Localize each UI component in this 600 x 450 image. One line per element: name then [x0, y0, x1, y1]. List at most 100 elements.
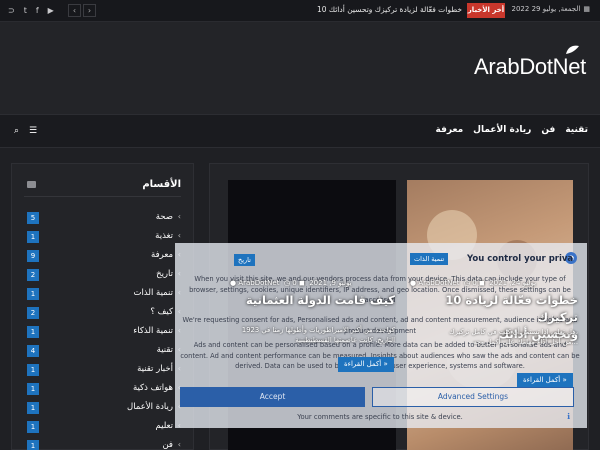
nav-item-art[interactable]: فن	[541, 125, 555, 135]
widget-divider	[24, 196, 181, 197]
widget-title: الأقسام	[142, 179, 181, 190]
calendar-icon: ▦	[583, 5, 590, 13]
category-item[interactable]: ‹ريادة الأعمال1	[27, 399, 181, 418]
comment-count: 0	[472, 279, 477, 287]
category-name[interactable]: تقنية	[157, 345, 173, 355]
rss-icon[interactable]: ⊃	[8, 4, 15, 17]
chevron-left-icon: ‹	[177, 440, 181, 449]
category-item[interactable]: ‹ صحة 5	[27, 209, 181, 228]
read-more-button[interactable]: أكمل القراءة »	[517, 373, 573, 388]
post-category-badge[interactable]: تنمية الذات	[410, 253, 449, 265]
category-item[interactable]: ‹تنمية الذكاء1	[27, 323, 181, 342]
category-name[interactable]: تعليم	[155, 421, 173, 431]
nav-item-tech[interactable]: تقنية	[565, 125, 588, 135]
category-item[interactable]: ‹تقنية4	[27, 342, 181, 361]
youtube-icon[interactable]: ▶	[48, 4, 54, 17]
category-item[interactable]: ‹معرفة9	[27, 247, 181, 266]
post-title-line[interactable]: 10 خطوات فعّالة لزيادة تركيزك	[403, 292, 578, 326]
post-author[interactable]: ArabDotNet	[418, 279, 459, 287]
twitter-icon[interactable]: t	[24, 4, 27, 17]
post-category-badge[interactable]: تاريخ	[234, 254, 255, 266]
category-item[interactable]: ‹تاريخ2	[27, 266, 181, 285]
comment-icon: ◼	[298, 279, 305, 287]
category-name[interactable]: ريادة الأعمال	[127, 402, 173, 412]
ticker-prev-button[interactable]: ‹	[68, 4, 81, 17]
category-name[interactable]: تنمية الذات	[134, 288, 173, 298]
category-count: 1	[27, 402, 39, 414]
category-count: 2	[27, 307, 39, 319]
facebook-icon[interactable]: f	[36, 4, 39, 17]
category-count: 1	[27, 440, 39, 450]
category-list: ‹ صحة 5 ‹ تغذية 1 ‹ معرفة 9 ‹ تاريخ 2 ‹ تنمية الذ…	[27, 209, 181, 450]
category-name[interactable]: فن	[162, 440, 173, 450]
category-name[interactable]: كيف ؟	[150, 307, 173, 317]
chevron-left-icon: ‹	[177, 212, 181, 221]
chevron-left-icon: ‹	[177, 231, 181, 240]
user-icon: ●	[410, 279, 417, 287]
excerpt-line: من أجل أداء مهامك على أكمل وجه...	[472, 338, 578, 346]
excerpt-line: التاريخ. كانت عاصمتها القسطنطينية	[295, 336, 395, 344]
post-excerpt: 1923 كواحدة من أكبر الامبراطوريات وأطوله…	[230, 325, 395, 345]
breaking-news-label: أخر الأخبار	[467, 3, 505, 18]
menu-icon[interactable]: ☰	[29, 126, 37, 136]
category-name[interactable]: أخبار تقنية	[137, 364, 173, 374]
category-item[interactable]: ‹كيف ؟2	[27, 304, 181, 323]
accept-button[interactable]: Accept	[180, 387, 365, 407]
categories-widget: الأقسام ‹ صحة 5 ‹ تغذية 1 ‹ معرفة 9 ‹ تاريخ 2 ‹ ت…	[11, 163, 194, 450]
nav-item-business[interactable]: ريادة الأعمال	[473, 125, 531, 135]
category-count: 1	[27, 364, 39, 376]
read-more-button[interactable]: أكمل القراءة »	[338, 357, 394, 372]
search-icon[interactable]: ⌕	[14, 126, 19, 136]
category-name[interactable]: معرفة	[151, 250, 173, 260]
breaking-news-ticker[interactable]: 10 خطوات فعّالة لزيادة تركيزك وتحسين أدا…	[317, 5, 462, 14]
category-count: 9	[27, 250, 39, 262]
category-name[interactable]: تغذية	[155, 231, 173, 241]
category-count: 4	[27, 345, 39, 357]
user-icon: ●	[230, 279, 237, 287]
post-title[interactable]: كيف قامت الدولة العثمانية	[230, 292, 395, 309]
top-bar: الجمعة, يوليو 29 2022 ▦ أخر الأخبار 10 خط…	[0, 0, 600, 22]
post-excerpt: هل تعلم، اذا تستمر أن كنت في كامل تركيزك…	[403, 327, 578, 347]
post-meta: ● ArabDotNet ◷ يوليو 24, 2021 ◼ 0	[410, 279, 536, 287]
category-item[interactable]: ‹ تغذية 1	[27, 228, 181, 247]
category-count: 1	[27, 231, 39, 243]
site-logo[interactable]: ArabDotNet	[474, 54, 586, 80]
comment-icon: ◼	[478, 279, 485, 287]
category-name[interactable]: تاريخ	[156, 269, 173, 279]
ticker-next-button[interactable]: ›	[83, 4, 96, 17]
category-name[interactable]: صحة	[156, 212, 173, 222]
info-icon: ℹ	[567, 412, 571, 421]
folder-icon	[27, 181, 36, 188]
category-count: 2	[27, 269, 39, 281]
comment-count: 0	[292, 279, 297, 287]
social-links: ⊃ t f ▶	[8, 4, 54, 17]
post-meta: ● ArabDotNet ◷ يوليو 9, 2021 ◼ 0	[230, 279, 352, 287]
nav-menu: تقنية فن ريادة الأعمال معرفة	[436, 125, 588, 135]
category-item[interactable]: ‹ فن 1	[27, 437, 181, 450]
post-author[interactable]: ArabDotNet	[238, 279, 279, 287]
category-item[interactable]: ‹تعليم1	[27, 418, 181, 437]
category-item[interactable]: ‹تنمية الذات1	[27, 285, 181, 304]
advanced-settings-button[interactable]: Advanced Settings	[372, 387, 574, 407]
excerpt-line: 1923 كواحدة من أكبر الامبراطوريات وأطوله…	[241, 326, 395, 334]
category-item[interactable]: ‹أخبار تقنية1	[27, 361, 181, 380]
site-header: ArabDotNet	[0, 22, 600, 114]
category-name[interactable]: تنمية الذكاء	[133, 326, 173, 336]
current-date: الجمعة, يوليو 29 2022 ▦	[512, 5, 590, 13]
nav-item-knowledge[interactable]: معرفة	[436, 125, 464, 135]
category-count: 1	[27, 326, 39, 338]
post-date: يوليو 9, 2021	[309, 279, 352, 287]
category-name[interactable]: هواتف ذكية	[133, 383, 173, 393]
ticker-arrows: ‹ ›	[68, 4, 96, 17]
category-count: 5	[27, 212, 39, 224]
excerpt-line: هل تعلم، اذا تستمر أن كنت في كامل تركيزك…	[449, 328, 578, 336]
consent-footer: Your comments are specific to this site …	[297, 413, 463, 421]
clock-icon: ◷	[463, 279, 471, 287]
category-item[interactable]: ‹هواتف ذكية1	[27, 380, 181, 399]
category-count: 1	[27, 421, 39, 433]
date-text: الجمعة, يوليو 29 2022	[511, 5, 581, 13]
post-date: يوليو 24, 2021	[489, 279, 537, 287]
main-nav: تقنية فن ريادة الأعمال معرفة ⌕ ☰	[0, 114, 600, 148]
consent-title: You control your priva	[467, 254, 574, 264]
clock-icon: ◷	[283, 279, 291, 287]
